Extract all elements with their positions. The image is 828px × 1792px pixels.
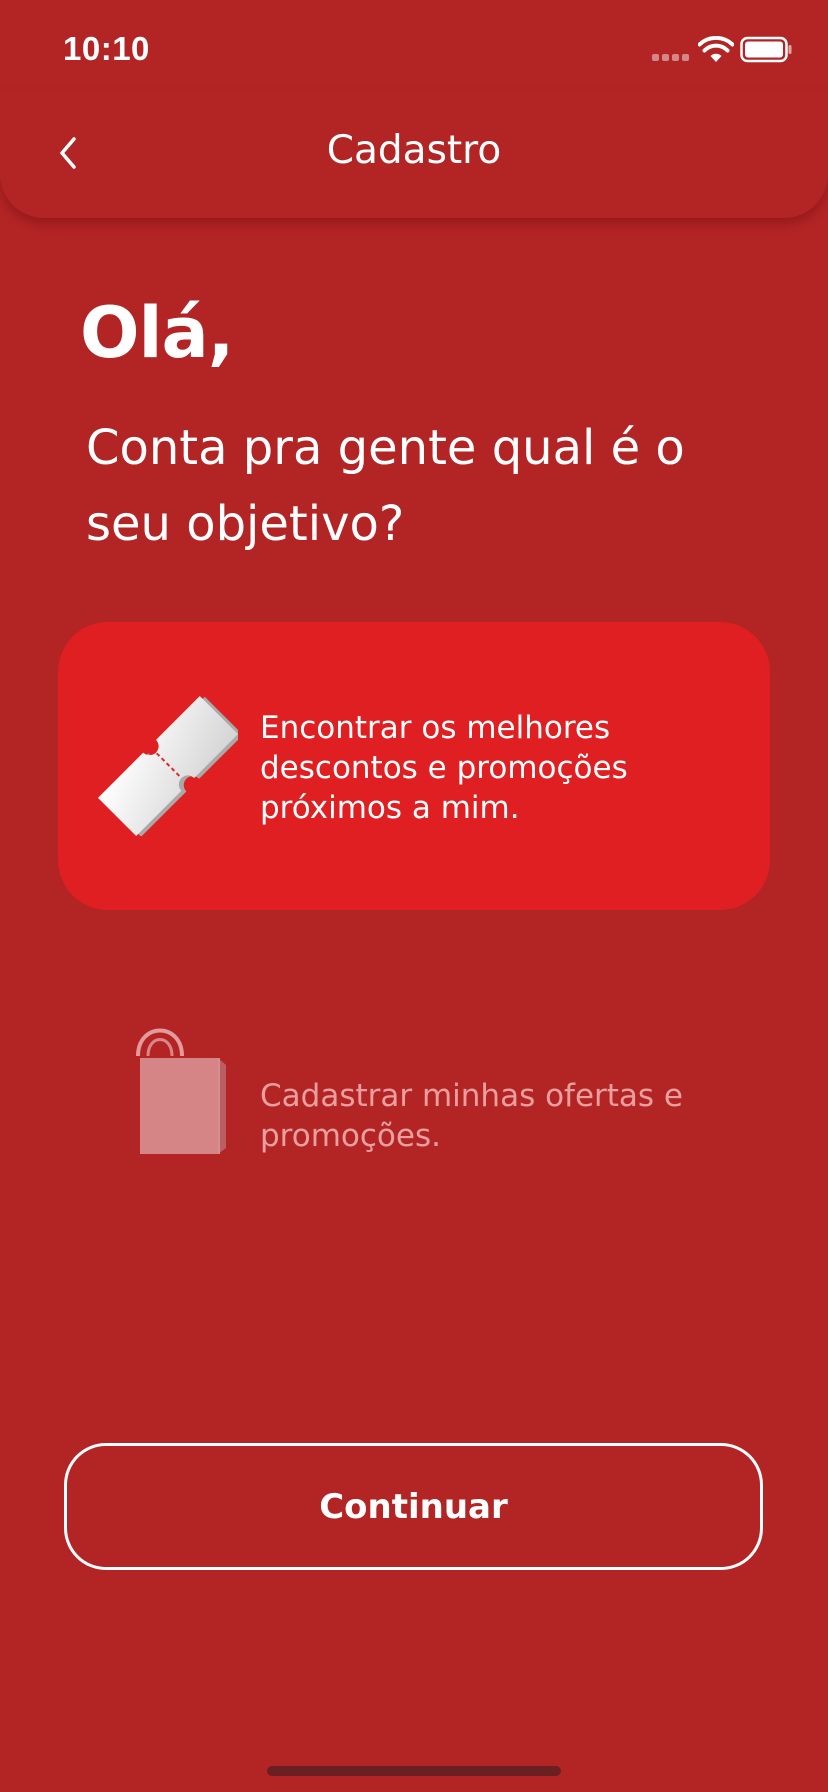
cellular-signal-icon	[652, 54, 690, 62]
objective-question: Conta pra gente qual é o seu objetivo?	[86, 420, 685, 552]
status-bar: 10:10	[0, 0, 828, 100]
option-label: Cadastrar minhas ofertas e promoções.	[260, 1078, 683, 1154]
ticket-icon	[98, 696, 238, 836]
home-indicator	[267, 1766, 561, 1776]
option-label: Encontrar os melhores descontos e promoç…	[260, 710, 628, 826]
page-title: Cadastro	[326, 128, 502, 173]
continue-button[interactable]: Continuar	[64, 1443, 763, 1570]
battery-full-icon	[740, 36, 792, 63]
status-time: 10:10	[63, 30, 150, 67]
shopping-bag-icon	[136, 1028, 226, 1154]
greeting-heading: Olá,	[80, 292, 234, 374]
wifi-icon	[698, 36, 734, 62]
option-find-discounts[interactable]: Encontrar os melhores descontos e promoç…	[58, 622, 770, 910]
header: Cadastro	[0, 90, 828, 218]
option-register-offers[interactable]: Cadastrar minhas ofertas e promoções.	[58, 980, 770, 1220]
